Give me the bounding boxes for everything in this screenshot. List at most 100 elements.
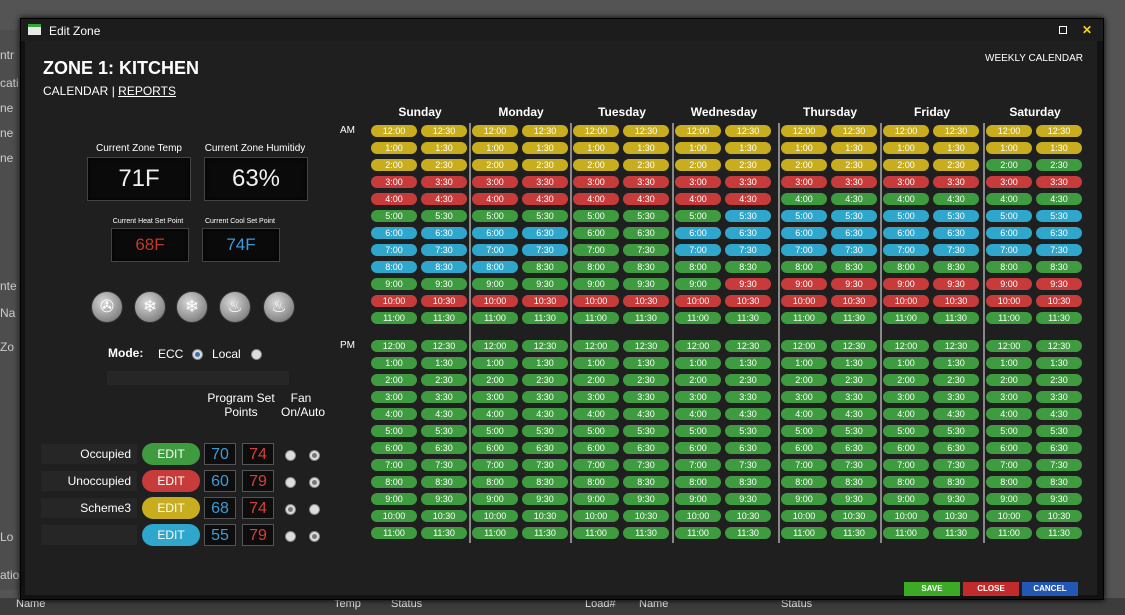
time-slot[interactable]: 5:00 — [883, 425, 929, 437]
time-slot[interactable]: 5:00 — [371, 425, 417, 437]
time-slot[interactable]: 12:30 — [421, 125, 467, 137]
fan-auto-radio[interactable] — [309, 450, 320, 461]
time-slot[interactable]: 5:00 — [573, 210, 619, 222]
time-slot[interactable]: 9:00 — [986, 278, 1032, 290]
time-slot[interactable]: 5:30 — [1036, 210, 1082, 222]
time-slot[interactable]: 5:00 — [883, 210, 929, 222]
time-slot[interactable]: 3:30 — [831, 391, 877, 403]
time-slot[interactable]: 3:00 — [573, 176, 619, 188]
time-slot[interactable]: 2:30 — [831, 374, 877, 386]
time-slot[interactable]: 9:00 — [573, 278, 619, 290]
edit-scheme-button[interactable]: EDIT — [142, 524, 200, 546]
time-slot[interactable]: 7:00 — [883, 459, 929, 471]
time-slot[interactable]: 1:00 — [371, 357, 417, 369]
edit-scheme-button[interactable]: EDIT — [142, 497, 200, 519]
time-slot[interactable]: 11:00 — [675, 527, 721, 539]
time-slot[interactable]: 4:00 — [573, 193, 619, 205]
time-slot[interactable]: 1:30 — [831, 142, 877, 154]
time-slot[interactable]: 3:30 — [725, 391, 771, 403]
time-slot[interactable]: 12:00 — [573, 125, 619, 137]
time-slot[interactable]: 2:00 — [472, 159, 518, 171]
time-slot[interactable]: 9:00 — [986, 493, 1032, 505]
time-slot[interactable]: 9:30 — [1036, 278, 1082, 290]
time-slot[interactable]: 3:30 — [1036, 391, 1082, 403]
time-slot[interactable]: 6:00 — [675, 442, 721, 454]
time-slot[interactable]: 11:30 — [522, 312, 568, 324]
cool-set-point[interactable]: 74 — [242, 443, 274, 465]
time-slot[interactable]: 10:30 — [522, 295, 568, 307]
time-slot[interactable]: 12:30 — [1036, 125, 1082, 137]
reports-link[interactable]: REPORTS — [118, 84, 176, 98]
time-slot[interactable]: 11:00 — [472, 312, 518, 324]
time-slot[interactable]: 12:30 — [725, 340, 771, 352]
time-slot[interactable]: 10:30 — [1036, 510, 1082, 522]
time-slot[interactable]: 8:00 — [675, 476, 721, 488]
time-slot[interactable]: 8:30 — [421, 476, 467, 488]
time-slot[interactable]: 10:00 — [472, 295, 518, 307]
fan-on-radio[interactable] — [285, 504, 296, 515]
calendar-link[interactable]: CALENDAR — [43, 84, 108, 98]
time-slot[interactable]: 7:30 — [421, 459, 467, 471]
time-slot[interactable]: 11:30 — [421, 312, 467, 324]
ecc-radio[interactable] — [192, 349, 203, 360]
time-slot[interactable]: 6:00 — [883, 442, 929, 454]
time-slot[interactable]: 9:30 — [522, 278, 568, 290]
time-slot[interactable]: 11:30 — [522, 527, 568, 539]
time-slot[interactable]: 2:30 — [1036, 159, 1082, 171]
time-slot[interactable]: 11:30 — [933, 527, 979, 539]
time-slot[interactable]: 4:30 — [623, 193, 669, 205]
time-slot[interactable]: 6:30 — [725, 442, 771, 454]
time-slot[interactable]: 5:30 — [725, 425, 771, 437]
time-slot[interactable]: 5:30 — [725, 210, 771, 222]
time-slot[interactable]: 1:00 — [675, 357, 721, 369]
save-button[interactable]: SAVE — [904, 582, 960, 596]
time-slot[interactable]: 9:30 — [725, 278, 771, 290]
time-slot[interactable]: 10:30 — [725, 510, 771, 522]
time-slot[interactable]: 8:30 — [623, 476, 669, 488]
time-slot[interactable]: 10:00 — [986, 510, 1032, 522]
time-slot[interactable]: 3:00 — [675, 391, 721, 403]
time-slot[interactable]: 8:00 — [472, 261, 518, 273]
time-slot[interactable]: 3:00 — [371, 391, 417, 403]
time-slot[interactable]: 8:30 — [831, 476, 877, 488]
time-slot[interactable]: 4:00 — [675, 193, 721, 205]
time-slot[interactable]: 8:00 — [573, 261, 619, 273]
time-slot[interactable]: 3:00 — [781, 391, 827, 403]
time-slot[interactable]: 5:00 — [675, 210, 721, 222]
time-slot[interactable]: 9:30 — [831, 493, 877, 505]
time-slot[interactable]: 12:30 — [623, 125, 669, 137]
cool-set-point[interactable]: 79 — [242, 524, 274, 546]
time-slot[interactable]: 10:30 — [623, 510, 669, 522]
time-slot[interactable]: 9:00 — [371, 278, 417, 290]
time-slot[interactable]: 12:00 — [781, 125, 827, 137]
flame-icon[interactable]: ♨ — [263, 291, 295, 323]
time-slot[interactable]: 11:00 — [573, 527, 619, 539]
time-slot[interactable]: 1:30 — [831, 357, 877, 369]
time-slot[interactable]: 9:30 — [522, 493, 568, 505]
time-slot[interactable]: 5:00 — [472, 425, 518, 437]
time-slot[interactable]: 12:00 — [986, 340, 1032, 352]
time-slot[interactable]: 4:00 — [472, 408, 518, 420]
time-slot[interactable]: 6:00 — [675, 227, 721, 239]
time-slot[interactable]: 1:30 — [725, 142, 771, 154]
time-slot[interactable]: 11:30 — [623, 527, 669, 539]
time-slot[interactable]: 1:30 — [522, 142, 568, 154]
time-slot[interactable]: 5:30 — [831, 210, 877, 222]
time-slot[interactable]: 8:00 — [883, 476, 929, 488]
time-slot[interactable]: 10:30 — [831, 295, 877, 307]
time-slot[interactable]: 11:30 — [933, 312, 979, 324]
fan-auto-radio[interactable] — [309, 504, 320, 515]
time-slot[interactable]: 2:30 — [725, 374, 771, 386]
time-slot[interactable]: 7:00 — [371, 244, 417, 256]
heat-set-point[interactable]: 60 — [204, 470, 236, 492]
time-slot[interactable]: 1:30 — [933, 357, 979, 369]
time-slot[interactable]: 2:00 — [986, 374, 1032, 386]
flame-icon[interactable]: ♨ — [219, 291, 251, 323]
time-slot[interactable]: 3:30 — [831, 176, 877, 188]
time-slot[interactable]: 9:30 — [1036, 493, 1082, 505]
edit-scheme-button[interactable]: EDIT — [142, 470, 200, 492]
time-slot[interactable]: 2:00 — [781, 374, 827, 386]
time-slot[interactable]: 9:00 — [883, 493, 929, 505]
time-slot[interactable]: 6:30 — [623, 442, 669, 454]
time-slot[interactable]: 7:00 — [472, 459, 518, 471]
